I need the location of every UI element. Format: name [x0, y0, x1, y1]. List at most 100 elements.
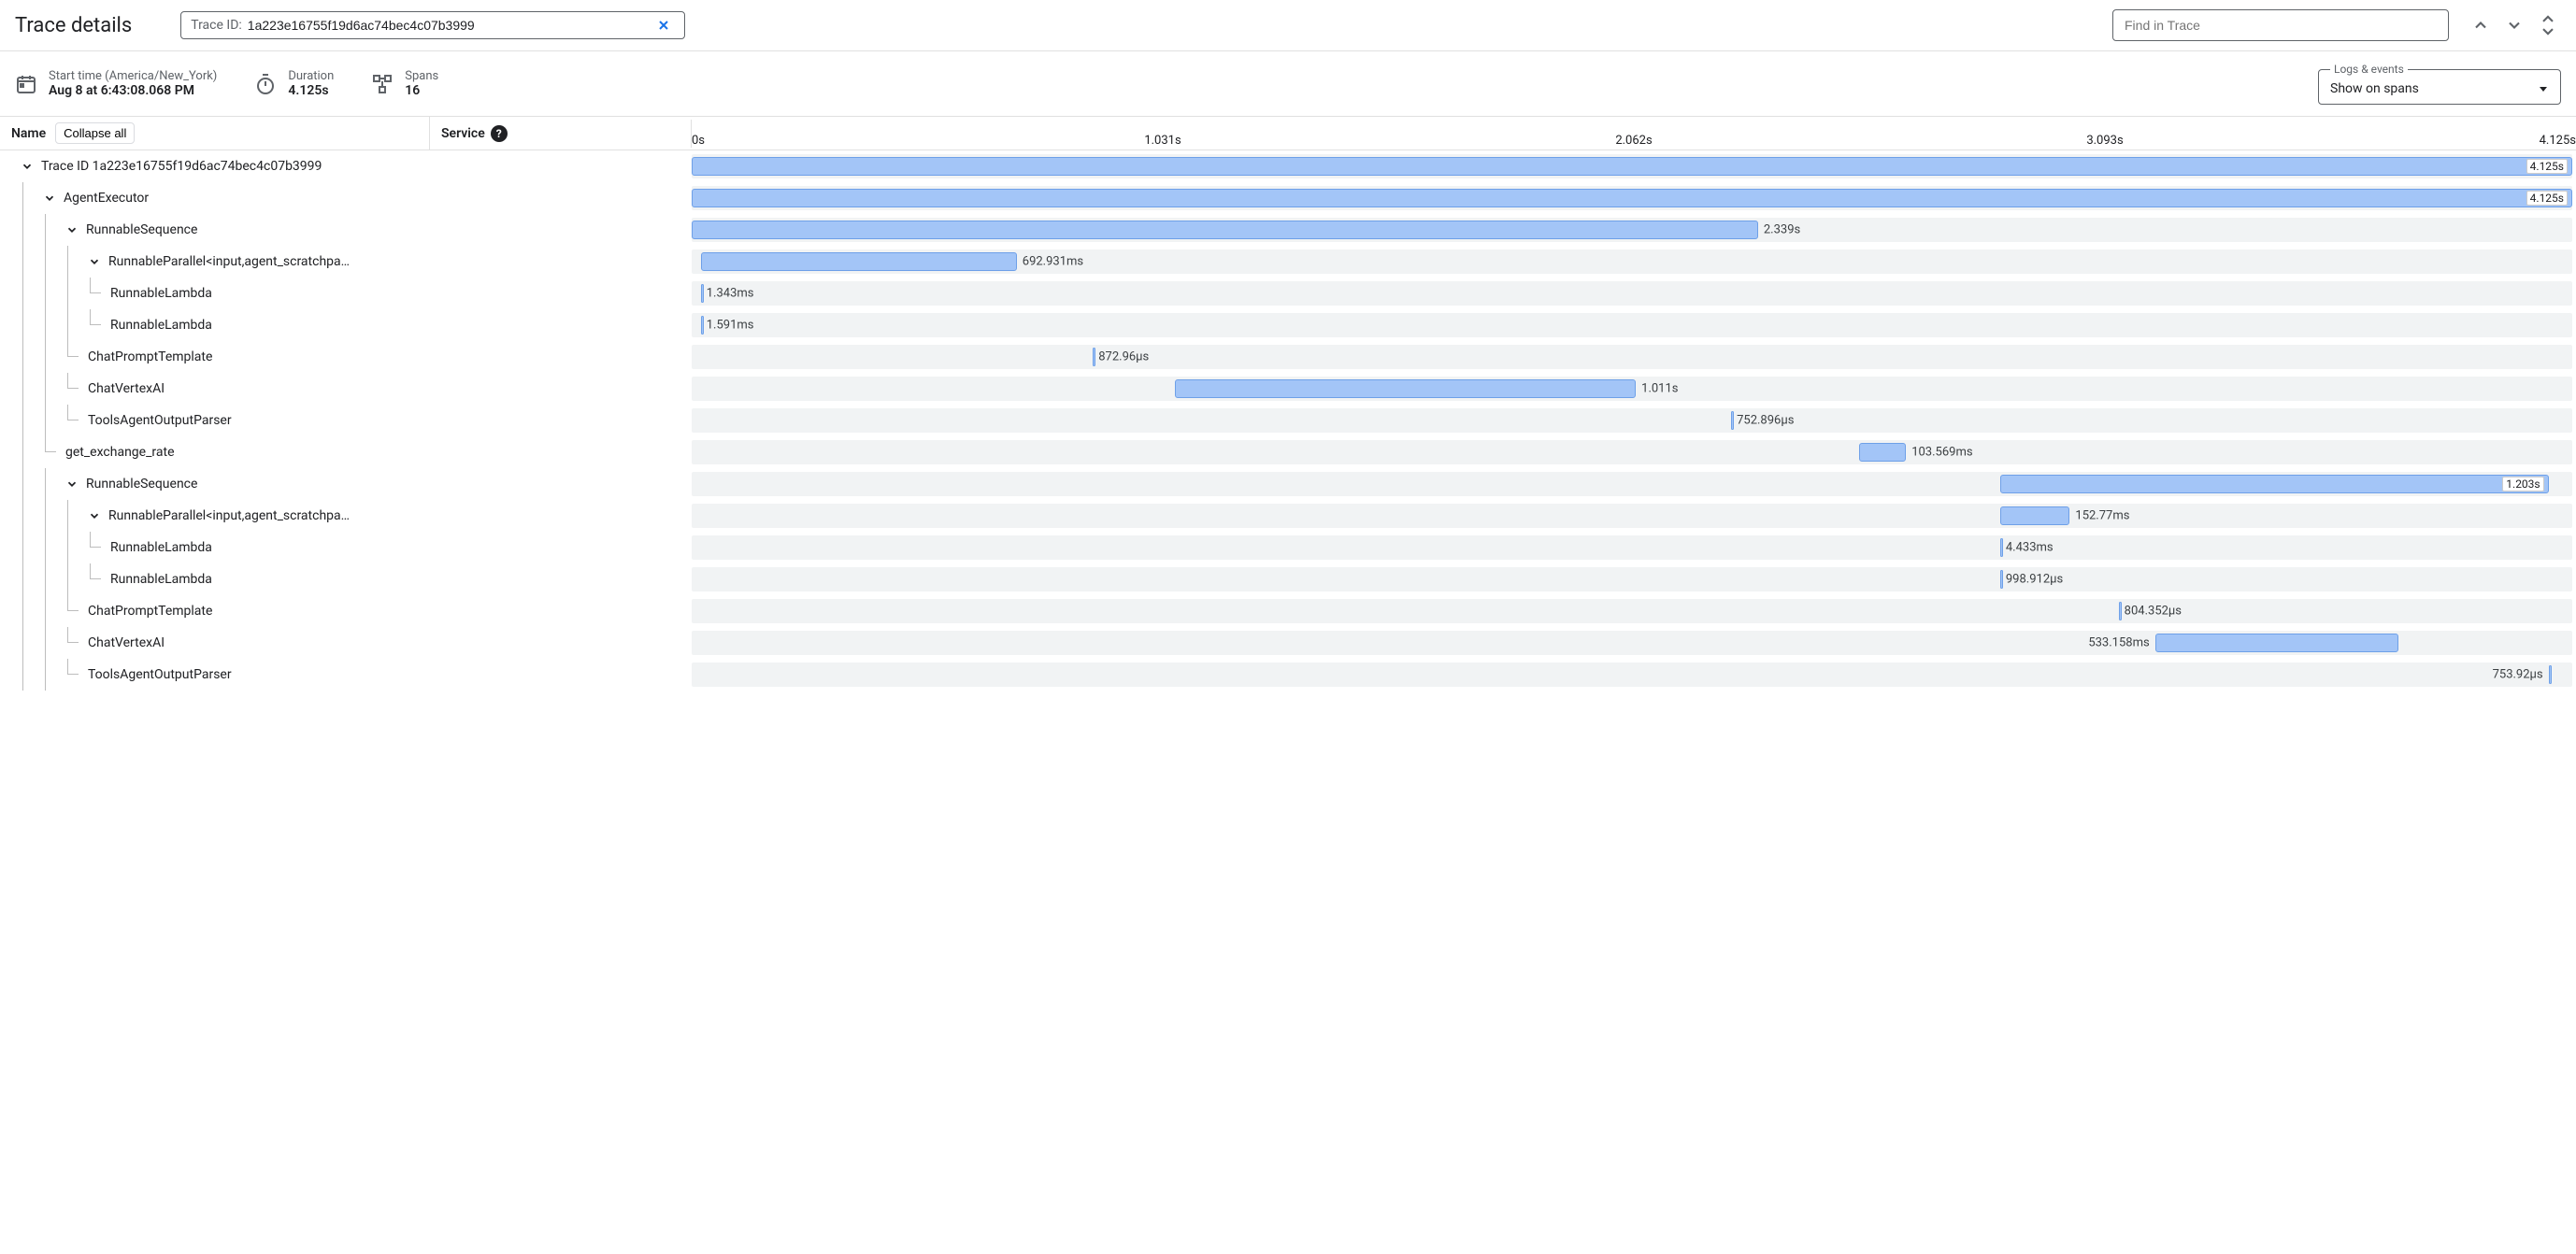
expand-chevron[interactable]	[62, 223, 82, 236]
start-time-value: Aug 8 at 6:43:08.068 PM	[49, 83, 217, 98]
span-name-cell: RunnableLambda	[0, 532, 430, 563]
find-next-button[interactable]	[2501, 12, 2527, 38]
span-bar[interactable]: 4.125s	[692, 157, 2572, 176]
expand-chevron[interactable]	[84, 509, 105, 522]
expand-chevron[interactable]	[84, 255, 105, 268]
span-row[interactable]: RunnableSequence 2.339s	[0, 214, 2576, 246]
span-timeline-cell: 4.125s	[692, 186, 2572, 210]
metadata-bar: Start time (America/New_York) Aug 8 at 6…	[0, 51, 2576, 117]
chevron-down-icon	[88, 255, 101, 268]
collapse-vertical-icon	[2539, 14, 2557, 36]
span-timeline-cell: 872.96µs	[692, 345, 2572, 369]
chevron-down-icon	[21, 160, 34, 173]
span-duration-label: 4.433ms	[2000, 541, 2054, 555]
span-timeline-cell: 4.125s	[692, 154, 2572, 178]
span-name-label: ChatVertexAI	[84, 381, 165, 396]
page-title: Trace details	[15, 14, 132, 37]
span-name-label: AgentExecutor	[60, 191, 149, 206]
find-in-trace-input[interactable]	[2112, 9, 2449, 41]
span-name-cell: ChatPromptTemplate	[0, 341, 430, 373]
span-duration-label: 1.011s	[1636, 382, 1678, 396]
chevron-down-icon	[43, 192, 56, 205]
span-row[interactable]: RunnableLambda1.591ms	[0, 309, 2576, 341]
span-bar[interactable]: 4.125s	[692, 189, 2572, 207]
collapse-panel-button[interactable]	[2535, 10, 2561, 40]
span-name-cell: ToolsAgentOutputParser	[0, 659, 430, 691]
expand-chevron[interactable]	[17, 160, 37, 173]
collapse-all-button[interactable]: Collapse all	[55, 122, 135, 144]
span-bar[interactable]	[1859, 443, 1907, 462]
span-service-cell	[430, 309, 692, 341]
span-name-cell: RunnableParallel<input,agent_scratchpa…	[0, 246, 430, 278]
span-row[interactable]: RunnableSequence1.203s	[0, 468, 2576, 500]
span-bar[interactable]	[1175, 379, 1636, 398]
chevron-down-icon	[65, 223, 79, 236]
span-row[interactable]: AgentExecutor 4.125s	[0, 182, 2576, 214]
span-row[interactable]: ChatVertexAI533.158ms	[0, 627, 2576, 659]
span-duration-label: 4.125s	[2526, 191, 2568, 206]
span-row[interactable]: RunnableParallel<input,agent_scratchpa…6…	[0, 246, 2576, 278]
span-timeline-cell: 1.011s	[692, 377, 2572, 401]
span-duration-label: 152.77ms	[2069, 509, 2129, 523]
find-prev-button[interactable]	[2468, 12, 2494, 38]
span-row[interactable]: RunnableLambda 1.343ms	[0, 278, 2576, 309]
span-row[interactable]: get_exchange_rate 103.569ms	[0, 436, 2576, 468]
span-row[interactable]: RunnableParallel<input,agent_scratchpa… 1…	[0, 500, 2576, 532]
span-bar[interactable]	[2155, 634, 2398, 652]
span-service-cell	[430, 532, 692, 563]
span-timeline-cell: 152.77ms	[692, 504, 2572, 528]
expand-chevron[interactable]	[39, 192, 60, 205]
timeline-tick: 4.125s	[2540, 134, 2576, 148]
span-row[interactable]: ToolsAgentOutputParser752.896µs	[0, 405, 2576, 436]
span-service-cell	[430, 278, 692, 309]
help-icon[interactable]: ?	[491, 125, 508, 142]
span-timeline-cell: 103.569ms	[692, 440, 2572, 464]
expand-chevron[interactable]	[62, 477, 82, 491]
chevron-down-icon	[88, 509, 101, 522]
span-rows: Trace ID 1a223e16755f19d6ac74bec4c07b399…	[0, 150, 2576, 691]
span-row[interactable]: RunnableLambda 4.433ms	[0, 532, 2576, 563]
span-duration-label: 1.203s	[2502, 477, 2543, 492]
span-name-label: RunnableParallel<input,agent_scratchpa…	[105, 254, 350, 269]
span-name-label: RunnableParallel<input,agent_scratchpa…	[105, 508, 350, 523]
span-bar[interactable]	[2000, 506, 2070, 525]
span-name-label: ChatPromptTemplate	[84, 604, 212, 619]
clear-trace-id-button[interactable]	[652, 18, 675, 33]
span-duration-label: 1.343ms	[701, 287, 754, 301]
span-bar[interactable]	[2549, 665, 2552, 684]
span-name-label: get_exchange_rate	[62, 445, 175, 460]
span-bar[interactable]: 1.203s	[2000, 475, 2549, 493]
span-service-cell	[430, 341, 692, 373]
span-name-label: RunnableLambda	[107, 286, 212, 301]
span-service-cell	[430, 468, 692, 500]
span-service-cell	[430, 405, 692, 436]
span-row[interactable]: ChatPromptTemplate 804.352µs	[0, 595, 2576, 627]
span-row[interactable]: ToolsAgentOutputParser 753.92µs	[0, 659, 2576, 691]
start-time-label: Start time (America/New_York)	[49, 69, 217, 83]
span-duration-label: 804.352µs	[2119, 605, 2182, 619]
span-row[interactable]: Trace ID 1a223e16755f19d6ac74bec4c07b399…	[0, 150, 2576, 182]
spans-label: Spans	[405, 69, 438, 83]
dropdown-triangle-icon	[2538, 83, 2549, 94]
span-service-cell	[430, 214, 692, 246]
span-row[interactable]: RunnableLambda998.912µs	[0, 563, 2576, 595]
span-timeline-cell: 753.92µs	[692, 663, 2572, 687]
span-service-cell	[430, 373, 692, 405]
chevron-down-icon	[65, 477, 79, 491]
logs-events-select[interactable]: Logs & events Show on spans	[2318, 63, 2561, 105]
duration-meta: Duration 4.125s	[254, 69, 334, 98]
service-column-label: Service	[441, 126, 485, 141]
span-timeline-cell: 2.339s	[692, 218, 2572, 242]
span-bar[interactable]	[692, 221, 1758, 239]
span-row[interactable]: ChatPromptTemplate 872.96µs	[0, 341, 2576, 373]
span-name-cell: ChatVertexAI	[0, 627, 430, 659]
trace-id-input-wrap[interactable]: Trace ID:	[180, 11, 685, 39]
span-timeline-cell: 1.203s	[692, 472, 2572, 496]
span-bar[interactable]	[701, 252, 1017, 271]
span-duration-label: 752.896µs	[1731, 414, 1794, 428]
span-row[interactable]: ChatVertexAI 1.011s	[0, 373, 2576, 405]
trace-id-input[interactable]	[248, 18, 652, 33]
span-service-cell	[430, 246, 692, 278]
span-name-label: RunnableSequence	[82, 222, 197, 237]
name-column-label: Name	[11, 126, 46, 141]
